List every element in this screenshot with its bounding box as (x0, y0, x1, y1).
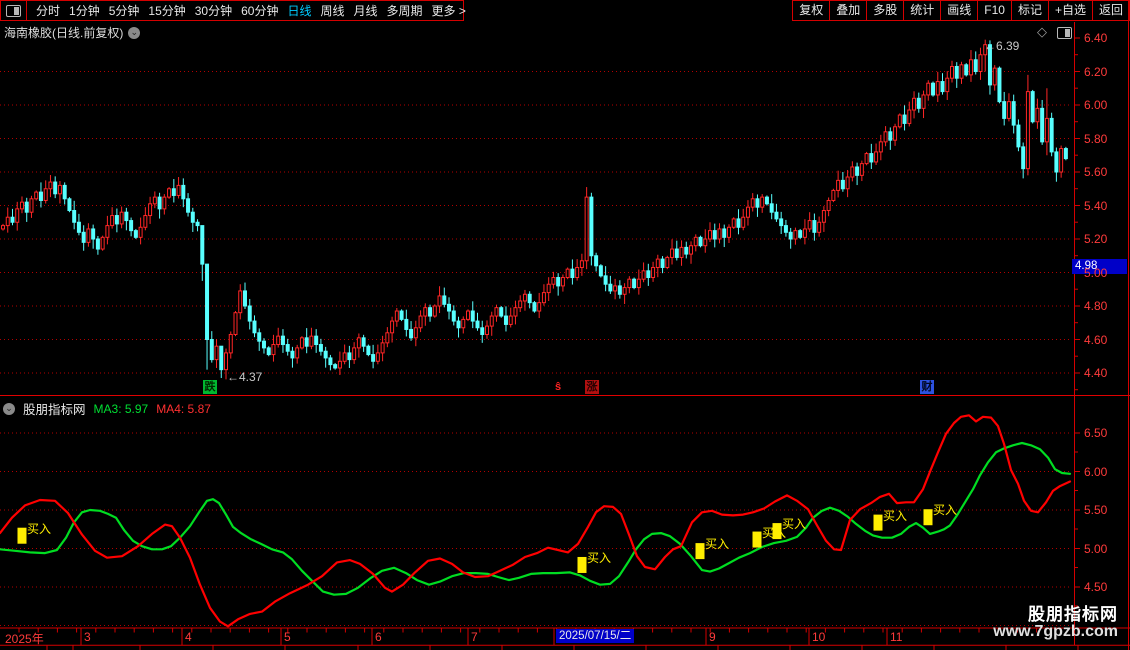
diamond-icon[interactable]: ◇ (1037, 24, 1047, 40)
event-badge: 涨 (585, 380, 599, 394)
price-axis-label: 6.20 (1084, 64, 1108, 79)
menu-item-6[interactable]: 日线 (287, 2, 311, 19)
buy-signal-marker (752, 531, 762, 548)
indicator-header: ⌄ 股朋指标网 MA3: 5.97 MA4: 5.87 (3, 399, 211, 418)
buy-signal-marker (17, 527, 27, 544)
indicator-axis-label: 5.00 (1084, 541, 1108, 556)
indicator-axis-label: 6.00 (1084, 464, 1108, 479)
time-axis-label: 5 (284, 630, 291, 644)
price-axis-label: 6.00 (1084, 98, 1108, 112)
indicator-axis-label: 4.50 (1084, 580, 1108, 594)
menu-cell-4[interactable]: 画线 (940, 0, 979, 21)
buy-signal-label: 买入 (883, 508, 908, 523)
menu-item-5[interactable]: 60分钟 (241, 2, 278, 19)
menu-item-7[interactable]: 周线 (320, 2, 344, 19)
menu-item-1[interactable]: 1分钟 (69, 2, 100, 19)
buy-signal-marker (577, 556, 587, 573)
tools-menu: 复权 叠加 多股 统计 画线 F10 标记 +自选 返回 (792, 0, 1130, 21)
selected-date-badge[interactable]: 2025/07/15/二 (556, 629, 635, 643)
ma4-value-label: MA4: 5.87 (156, 401, 211, 416)
menu-cell-3[interactable]: 统计 (903, 0, 942, 21)
buy-signal-label: 买入 (705, 537, 730, 552)
menu-cell-5[interactable]: F10 (977, 0, 1012, 21)
candles-layer (1, 39, 1068, 380)
chart-title-row: 海南橡胶(日线.前复权) ⌄ (4, 24, 141, 41)
time-axis-label: 7 (471, 630, 478, 644)
time-axis-label: 4 (185, 630, 192, 644)
panel-toggle-icon[interactable] (1057, 27, 1072, 39)
indicator-axis-label: 6.50 (1084, 426, 1108, 440)
chevron-down-icon[interactable]: ⌄ (128, 26, 141, 39)
watermark-url: www.7gpzb.com (993, 623, 1118, 640)
menu-cell-8[interactable]: 返回 (1091, 0, 1130, 21)
ma3-value-label: MA3: 5.97 (93, 401, 149, 416)
menu-cell-7[interactable]: +自选 (1047, 0, 1093, 21)
price-axis-label: 6.40 (1084, 31, 1108, 45)
buy-signal-marker (923, 509, 933, 526)
time-axis-label: 10 (812, 630, 826, 644)
time-axis-label: 11 (890, 630, 903, 644)
top-menubar: 分时 1分钟 5分钟 15分钟 30分钟 60分钟 日线 周线 月线 多周期 更多 > 复权 叠加 多股… (0, 0, 1130, 22)
buy-signal-label: 买入 (782, 517, 807, 532)
menu-cell-2[interactable]: 多股 (866, 0, 905, 21)
menu-item-10[interactable]: 更多 > (432, 2, 466, 19)
price-axis-label: 4.80 (1084, 299, 1108, 313)
event-badge: 财 (920, 380, 934, 394)
watermark-brand: 股朋指标网 (1028, 605, 1118, 624)
menu-item-8[interactable]: 月线 (354, 2, 378, 19)
indicator-source-label: 股朋指标网 (23, 403, 86, 417)
menu-item-3[interactable]: 15分钟 (148, 2, 185, 19)
chevron-down-icon[interactable]: ⌄ (3, 402, 15, 415)
page-title: 海南橡胶(日线.前复权) (4, 26, 124, 40)
price-axis-label: 5.00 (1084, 265, 1108, 280)
time-axis-label: 3 (84, 630, 91, 644)
ma3-line (0, 441, 1072, 596)
panel-toggle-icon (6, 4, 21, 17)
event-badge: ŝ (554, 381, 562, 393)
menu-item-4[interactable]: 30分钟 (195, 2, 232, 19)
buy-signal-label: 买入 (27, 521, 52, 536)
buy-signal-label: 买入 (933, 503, 958, 518)
indicator-axis-label: 5.50 (1084, 503, 1108, 517)
ma4-line (0, 414, 1072, 628)
price-annotation: ←4.37 (227, 370, 263, 384)
price-axis-label: 4.40 (1084, 366, 1108, 380)
menu-item-0[interactable]: 分时 (36, 2, 60, 19)
buy-signal-marker (695, 543, 705, 560)
price-annotation: ←6.39 (984, 39, 1020, 53)
time-axis-label: 9 (709, 630, 716, 644)
price-axis-label: 4.60 (1084, 332, 1108, 347)
menu-cell-0[interactable]: 复权 (792, 0, 831, 21)
period-menu: 分时 1分钟 5分钟 15分钟 30分钟 60分钟 日线 周线 月线 多周期 更多 > (0, 0, 466, 21)
time-axis-label: 6 (375, 630, 382, 644)
buy-signal-marker (873, 514, 883, 531)
price-axis-label: 5.60 (1084, 165, 1108, 179)
menu-cell-6[interactable]: 标记 (1010, 0, 1049, 21)
price-axis-label: 5.80 (1084, 131, 1108, 146)
menu-item-9[interactable]: 多周期 (387, 2, 423, 19)
time-axis-label: 2025年 (5, 632, 44, 646)
chart-canvas (0, 0, 1130, 650)
event-badge: 跌 (203, 380, 217, 394)
price-axis-label: 5.20 (1084, 232, 1108, 246)
layout-toggle-button[interactable] (6, 1, 27, 20)
price-axis-label: 5.40 (1084, 198, 1108, 213)
buy-signal-label: 买入 (587, 550, 612, 565)
menu-item-2[interactable]: 5分钟 (109, 2, 140, 19)
menu-cell-1[interactable]: 叠加 (829, 0, 868, 21)
